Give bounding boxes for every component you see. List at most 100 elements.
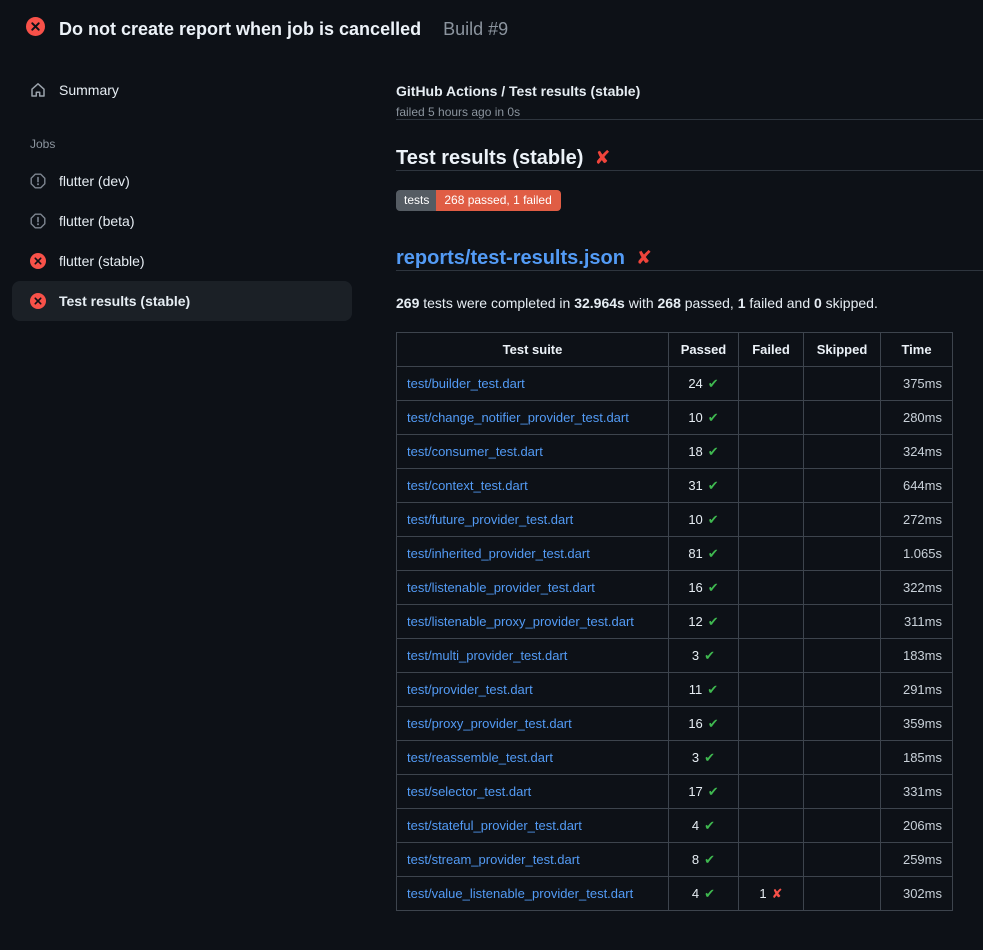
sidebar-item-test-results-stable[interactable]: Test results (stable) [12,281,352,321]
test-suite-cell: test/consumer_test.dart [397,435,669,469]
table-row: test/proxy_provider_test.dart16✔359ms [397,707,953,741]
sidebar-item-summary[interactable]: Summary [12,70,352,110]
x-mark-icon: ✘ [636,249,652,268]
check-icon: ✔ [704,818,715,833]
passed-count-cell: 10✔ [669,401,739,435]
table-row: test/consumer_test.dart18✔324ms [397,435,953,469]
test-suite-cell: test/listenable_provider_test.dart [397,571,669,605]
test-suite-cell: test/inherited_provider_test.dart [397,537,669,571]
check-icon: ✔ [708,376,719,391]
check-icon: ✔ [708,478,719,493]
test-suite-link[interactable]: test/listenable_proxy_provider_test.dart [407,614,634,629]
passed-count-cell: 4✔ [669,809,739,843]
summary-part: 269 [396,295,419,311]
sidebar-item-label: flutter (beta) [59,212,134,230]
failed-count-cell: 1✘ [739,877,804,911]
x-icon: ✘ [772,886,783,901]
summary-part: 1 [738,295,746,311]
column-header-failed: Failed [739,333,804,367]
sidebar-item-label: flutter (dev) [59,172,130,190]
test-suite-link[interactable]: test/reassemble_test.dart [407,750,553,765]
test-suite-link[interactable]: test/inherited_provider_test.dart [407,546,590,561]
failed-count-cell [739,707,804,741]
sidebar-item-flutter-stable[interactable]: flutter (stable) [12,241,352,281]
report-title: reports/test-results.json ✘ [396,247,983,270]
skipped-count-cell [804,639,881,673]
test-suite-link[interactable]: test/stateful_provider_test.dart [407,818,582,833]
test-suite-link[interactable]: test/builder_test.dart [407,376,525,391]
time-cell: 280ms [881,401,953,435]
test-suite-link[interactable]: test/proxy_provider_test.dart [407,716,572,731]
failed-count-cell [739,469,804,503]
passed-count: 4 [692,818,699,833]
summary-part: 32.964s [574,295,625,311]
passed-count-cell: 3✔ [669,639,739,673]
badge-value: 268 passed, 1 failed [436,190,560,211]
section-title-text: Test results (stable) [396,147,583,170]
test-suite-cell: test/provider_test.dart [397,673,669,707]
time-cell: 259ms [881,843,953,877]
test-suite-cell: test/value_listenable_provider_test.dart [397,877,669,911]
test-suite-cell: test/reassemble_test.dart [397,741,669,775]
failed-count-cell [739,537,804,571]
skipped-count-cell [804,605,881,639]
tests-badge: tests 268 passed, 1 failed [396,190,561,211]
test-suite-link[interactable]: test/provider_test.dart [407,682,533,697]
passed-count-cell: 3✔ [669,741,739,775]
summary-part: tests were completed in [419,295,574,311]
report-file-link[interactable]: reports/test-results.json [396,247,625,270]
passed-count: 31 [688,478,702,493]
skipped-count-cell [804,843,881,877]
passed-count: 24 [688,376,702,391]
table-row: test/multi_provider_test.dart3✔183ms [397,639,953,673]
check-icon: ✔ [708,614,719,629]
skipped-count-cell [804,503,881,537]
summary-part: failed and [746,295,815,311]
check-icon: ✔ [708,716,719,731]
test-suite-link[interactable]: test/context_test.dart [407,478,528,493]
time-cell: 331ms [881,775,953,809]
column-header-time: Time [881,333,953,367]
table-row: test/selector_test.dart17✔331ms [397,775,953,809]
test-suite-link[interactable]: test/future_provider_test.dart [407,512,573,527]
skipped-count-cell [804,537,881,571]
column-header-skipped: Skipped [804,333,881,367]
skipped-count-cell [804,741,881,775]
x-circle-icon [30,253,46,269]
passed-count: 8 [692,852,699,867]
check-icon: ✔ [704,750,715,765]
test-suite-link[interactable]: test/stream_provider_test.dart [407,852,580,867]
sidebar-item-flutter-dev[interactable]: flutter (dev) [12,161,352,201]
failed-count-cell [739,843,804,877]
passed-count-cell: 8✔ [669,843,739,877]
test-suite-link[interactable]: test/multi_provider_test.dart [407,648,567,663]
time-cell: 375ms [881,367,953,401]
test-suite-link[interactable]: test/listenable_provider_test.dart [407,580,595,595]
test-suite-cell: test/selector_test.dart [397,775,669,809]
skipped-count-cell [804,401,881,435]
passed-count: 3 [692,750,699,765]
time-cell: 311ms [881,605,953,639]
table-row: test/value_listenable_provider_test.dart… [397,877,953,911]
failed-count-cell [739,741,804,775]
failed-count-cell [739,435,804,469]
passed-count: 81 [688,546,702,561]
skipped-count-cell [804,877,881,911]
test-suite-link[interactable]: test/change_notifier_provider_test.dart [407,410,629,425]
main-content: GitHub Actions / Test results (stable) f… [380,54,983,911]
summary-part: 0 [814,295,822,311]
test-suite-link[interactable]: test/consumer_test.dart [407,444,543,459]
table-row: test/provider_test.dart11✔291ms [397,673,953,707]
table-row: test/stateful_provider_test.dart4✔206ms [397,809,953,843]
sidebar-item-flutter-beta[interactable]: flutter (beta) [12,201,352,241]
test-suite-cell: test/change_notifier_provider_test.dart [397,401,669,435]
column-header-test-suite: Test suite [397,333,669,367]
failed-count-cell [739,639,804,673]
build-number: Build #9 [443,19,508,40]
time-cell: 185ms [881,741,953,775]
test-suite-link[interactable]: test/selector_test.dart [407,784,531,799]
test-suite-link[interactable]: test/value_listenable_provider_test.dart [407,886,633,901]
passed-count-cell: 31 ✔ [669,469,739,503]
time-cell: 302ms [881,877,953,911]
skipped-count-cell [804,367,881,401]
